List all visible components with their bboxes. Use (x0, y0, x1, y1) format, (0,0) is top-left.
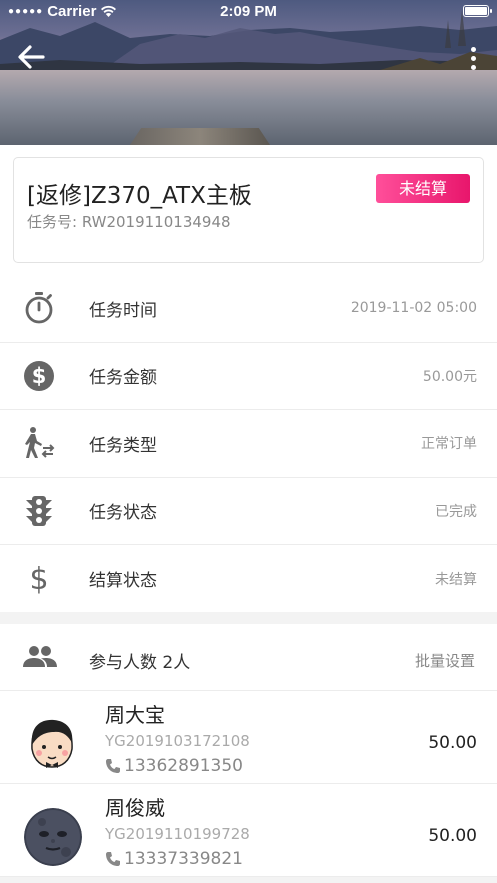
dollar-circle-icon: $ (22, 359, 56, 393)
info-row-settle-status: $ 结算状态 未结算 (0, 545, 497, 613)
participants-header: 参与人数 2人 批量设置 (0, 624, 497, 691)
svg-text:$: $ (29, 563, 48, 595)
member-code: YG2019103172108 (105, 732, 250, 750)
info-value: 2019-11-02 05:00 (350, 300, 477, 317)
dollar-icon: $ (22, 562, 56, 596)
phone-icon (106, 759, 120, 773)
task-title: [返修]Z370_ATX主板 (27, 183, 252, 209)
member-phone-number: 13337339821 (124, 849, 243, 869)
settlement-status-badge: 未结算 (376, 174, 470, 203)
status-time: 2:09 PM (220, 3, 277, 20)
member-code: YG2019110199728 (105, 825, 250, 843)
info-row-task-type: 任务类型 正常订单 (0, 410, 497, 478)
info-value: 50.00元 (422, 368, 477, 385)
back-button[interactable] (16, 42, 50, 72)
arrow-left-icon (18, 45, 45, 69)
people-icon (23, 646, 57, 667)
info-label: 结算状态 (89, 571, 157, 592)
member-name: 周俊威 (105, 796, 165, 820)
member-phone[interactable]: 13337339821 (105, 849, 243, 869)
task-summary-card: [返修]Z370_ATX主板 任务号: RW2019110134948 未结算 (13, 157, 484, 263)
member-phone-number: 13362891350 (124, 756, 243, 776)
task-info-list: 任务时间 2019-11-02 05:00 $ 任务金额 50.00元 任务类型… (0, 275, 497, 613)
info-row-task-time: 任务时间 2019-11-02 05:00 (0, 275, 497, 343)
task-number: 任务号: RW2019110134948 (27, 213, 231, 231)
phone-icon (106, 852, 120, 866)
section-divider (0, 612, 497, 624)
member-phone[interactable]: 13362891350 (105, 756, 243, 776)
info-label: 任务类型 (89, 435, 157, 456)
info-label: 任务金额 (89, 368, 157, 389)
info-row-task-amount: $ 任务金额 50.00元 (0, 343, 497, 410)
more-options-button[interactable] (467, 44, 479, 72)
info-value: 正常订单 (421, 436, 477, 453)
participant-count: 参与人数 2人 (89, 653, 191, 673)
info-value: 未结算 (435, 571, 477, 588)
member-name: 周大宝 (105, 703, 165, 727)
pedestrian-swap-icon (22, 426, 56, 460)
info-label: 任务时间 (89, 300, 157, 321)
batch-settings-button[interactable]: 批量设置 (415, 650, 475, 671)
member-row[interactable]: 周俊威 YG2019110199728 13337339821 50.00 (0, 784, 497, 877)
info-value: 已完成 (435, 503, 477, 520)
more-vertical-icon (470, 46, 476, 52)
member-amount: 50.00 (428, 733, 477, 753)
member-row[interactable]: 周大宝 YG2019103172108 13362891350 50.00 (0, 691, 497, 784)
cartoon-face-avatar (22, 713, 82, 773)
battery-icon (463, 5, 492, 17)
info-row-task-status: 任务状态 已完成 (0, 478, 497, 545)
moon-face-avatar (24, 808, 82, 866)
wooden-pier (130, 128, 270, 145)
svg-text:$: $ (32, 364, 47, 388)
traffic-light-icon (22, 494, 56, 528)
member-amount: 50.00 (428, 826, 477, 846)
task-summary-section: [返修]Z370_ATX主板 任务号: RW2019110134948 未结算 (0, 145, 497, 275)
info-label: 任务状态 (89, 503, 157, 524)
status-bar: ●●●●● Carrier 2:09 PM (0, 0, 497, 22)
stopwatch-icon (22, 291, 56, 325)
